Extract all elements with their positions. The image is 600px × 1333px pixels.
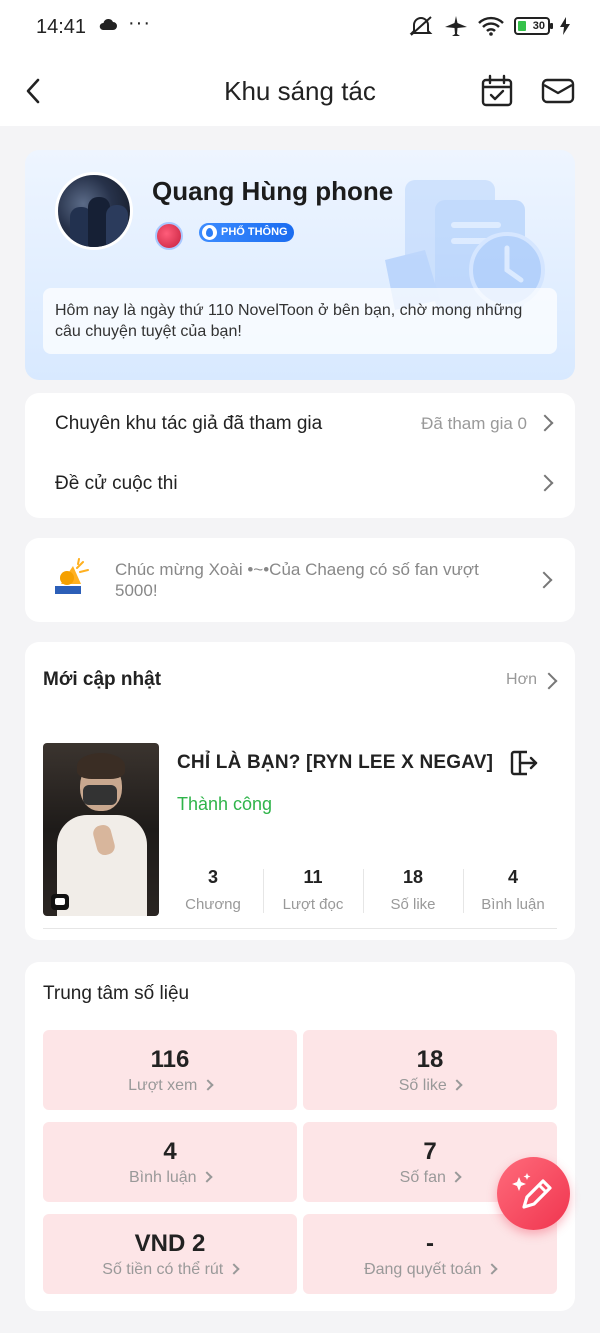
section-title: Trung tâm số liệu	[43, 983, 190, 1004]
stat-reads: 11 Lượt đọc	[263, 867, 363, 917]
welcome-message: Hôm nay là ngày thứ 110 NovelToon ở bên …	[43, 288, 557, 354]
chevron-right-icon	[536, 474, 554, 492]
book-stats: 3 Chương 11 Lượt đọc 18 Số like 4 Bình l…	[163, 867, 563, 917]
app-header: Khu sáng tác	[0, 56, 600, 126]
tile-label-row: Đang quyết toán	[303, 1261, 557, 1279]
menu-item-joined-zones[interactable]: Chuyên khu tác giả đã tham gia Đã tham g…	[25, 393, 575, 453]
author-menu: Chuyên khu tác giả đã tham gia Đã tham g…	[25, 393, 575, 518]
pencil-sparkle-icon	[512, 1173, 552, 1209]
book-title[interactable]: CHỈ LÀ BẠN? [RYN LEE X NEGAV]	[177, 752, 493, 774]
stat-likes: 18 Số like	[363, 867, 463, 917]
cloud-icon	[99, 18, 117, 30]
data-center-card: Trung tâm số liệu 116 Lượt xem 18 Số lik…	[25, 962, 575, 1311]
tile-label: Số like	[398, 1077, 447, 1094]
profile-card: Quang Hùng phone PHỔ THÔNG Hôm nay là ng…	[25, 150, 575, 380]
tile-value: 4	[163, 1138, 177, 1165]
drop-icon	[202, 225, 217, 240]
airplane-icon	[445, 16, 467, 36]
status-time: 14:41	[36, 16, 87, 38]
menu-item-label: Chuyên khu tác giả đã tham gia	[55, 413, 323, 434]
menu-item-contest-nominations[interactable]: Đề cử cuộc thi	[25, 453, 575, 513]
tile-withdrawable[interactable]: VND 2 Số tiền có thể rút	[43, 1214, 297, 1294]
menu-item-value: Đã tham gia 0	[421, 414, 527, 433]
tile-label-row: Số like	[303, 1077, 557, 1095]
tile-label: Số tiền có thể rút	[102, 1261, 224, 1278]
tile-views[interactable]: 116 Lượt xem	[43, 1030, 297, 1110]
stat-label: Số like	[390, 896, 436, 913]
username: Quang Hùng phone	[152, 176, 394, 206]
tile-label: Số fan	[399, 1169, 446, 1186]
more-notifications-icon: ···	[128, 12, 151, 34]
chevron-right-icon	[228, 1263, 240, 1275]
tile-label-row: Bình luận	[43, 1169, 297, 1187]
tile-label: Đang quyết toán	[364, 1261, 482, 1278]
tile-label: Lượt xem	[128, 1077, 198, 1094]
stat-label: Chương	[185, 896, 241, 913]
battery-icon: 30	[514, 17, 553, 35]
avatar[interactable]	[55, 172, 133, 250]
more-link-label: Hơn	[506, 671, 537, 688]
stat-label: Bình luận	[481, 896, 545, 913]
mute-icon	[409, 16, 433, 36]
chevron-right-icon	[201, 1171, 213, 1183]
announcement-banner[interactable]: Chúc mừng Xoài •~•Của Chaeng có số fan v…	[25, 538, 575, 622]
recent-updates-card: Mới cập nhật Hơn CHỈ LÀ BẠN? [RYN LEE X …	[25, 642, 575, 940]
stat-value: 3	[207, 867, 218, 887]
stat-value: 4	[507, 867, 518, 887]
charging-icon	[560, 17, 570, 35]
status-bar: 14:41 ··· 30	[0, 0, 600, 56]
menu-item-label: Đề cử cuộc thi	[55, 473, 178, 494]
tile-value: VND 2	[134, 1230, 206, 1257]
book-cover[interactable]	[43, 743, 159, 916]
section-title: Mới cập nhật	[43, 669, 162, 690]
chevron-right-icon	[450, 1171, 463, 1183]
stat-comments: 4 Bình luận	[463, 867, 563, 917]
book-status: Thành công	[177, 794, 273, 814]
divider	[43, 928, 557, 929]
calendar-check-icon[interactable]	[480, 74, 514, 108]
tile-value: 18	[416, 1046, 444, 1073]
battery-level: 30	[532, 20, 545, 32]
tier-badge-label: PHỔ THÔNG	[221, 226, 288, 238]
level-badge-icon	[155, 222, 183, 250]
write-button[interactable]	[497, 1157, 570, 1230]
chevron-right-icon	[451, 1079, 463, 1091]
tile-value: -	[426, 1230, 434, 1257]
chevron-right-icon	[535, 571, 553, 589]
comic-tag-icon	[51, 894, 69, 910]
tile-label: Bình luận	[128, 1169, 197, 1186]
tile-label-row: Số tiền có thể rút	[43, 1261, 297, 1279]
chevron-right-icon	[536, 414, 554, 432]
tile-label-row: Lượt xem	[43, 1077, 297, 1095]
exit-icon[interactable]	[509, 749, 539, 777]
stat-label: Lượt đọc	[282, 896, 344, 913]
tile-likes[interactable]: 18 Số like	[303, 1030, 557, 1110]
announcement-text: Chúc mừng Xoài •~•Của Chaeng có số fan v…	[115, 560, 479, 600]
stat-value: 18	[402, 867, 424, 887]
chevron-right-icon	[540, 672, 558, 690]
tile-value: 116	[150, 1046, 190, 1073]
chevron-right-icon	[486, 1263, 498, 1275]
chevron-right-icon	[202, 1079, 214, 1091]
stat-value: 11	[303, 867, 323, 887]
megaphone-icon	[55, 558, 89, 594]
more-link[interactable]: Hơn	[506, 671, 537, 689]
mail-icon[interactable]	[540, 76, 576, 106]
tile-comments[interactable]: 4 Bình luận	[43, 1122, 297, 1202]
tier-badge: PHỔ THÔNG	[199, 223, 294, 242]
stat-chapters: 3 Chương	[163, 867, 263, 917]
wifi-icon	[478, 16, 504, 36]
